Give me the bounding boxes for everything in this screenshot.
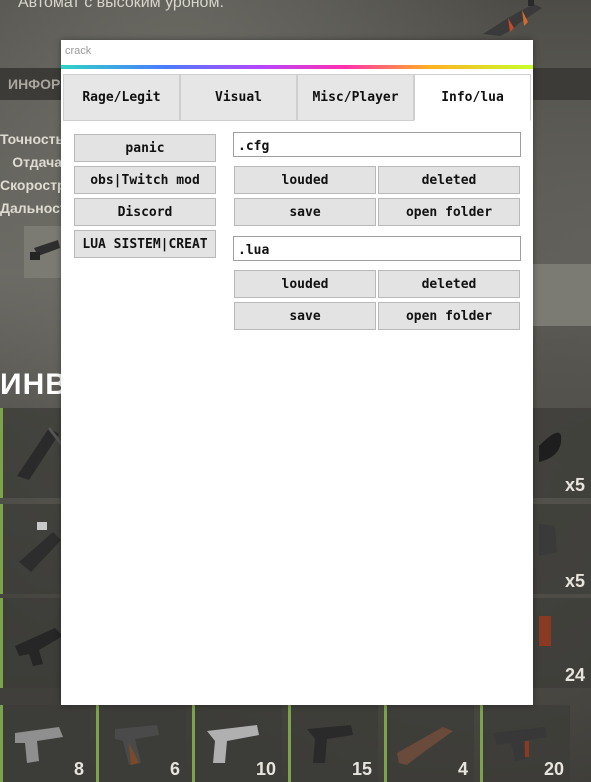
cfg-save-button[interactable]: save bbox=[234, 198, 376, 226]
inventory-slot[interactable]: 4 bbox=[384, 705, 474, 782]
item-count: 10 bbox=[255, 759, 276, 779]
inventory-slot[interactable]: x5 bbox=[533, 504, 591, 594]
stat-fire-rate: Скорострельность bbox=[0, 177, 62, 193]
crossbow-icon bbox=[17, 427, 65, 480]
launcher-icon bbox=[19, 522, 61, 572]
weapon-stats: Точность Отдача Скорострельность Дальнос… bbox=[0, 128, 62, 220]
lua-save-button[interactable]: save bbox=[234, 302, 376, 330]
lua-load-button[interactable]: louded bbox=[234, 270, 376, 298]
inventory-slot[interactable]: x5 bbox=[533, 408, 591, 498]
item-count: 8 bbox=[73, 759, 84, 779]
item-count: 24 bbox=[564, 665, 585, 685]
cfg-name-input[interactable] bbox=[233, 132, 521, 157]
lua-delete-button[interactable]: deleted bbox=[378, 270, 520, 298]
lua-open-folder-button[interactable]: open folder bbox=[378, 302, 520, 330]
info-tab[interactable]: ИНФОРМАЦИЯ bbox=[0, 68, 62, 100]
item-count: 6 bbox=[169, 759, 180, 779]
tab-visual[interactable]: Visual bbox=[180, 74, 297, 121]
inventory-slot[interactable] bbox=[0, 408, 65, 498]
tab-rage-legit[interactable]: Rage/Legit bbox=[63, 74, 180, 121]
inventory-slot[interactable] bbox=[0, 504, 61, 594]
cheat-menu-window: crack Rage/Legit Visual Misc/Player Info… bbox=[61, 40, 533, 705]
window-title: crack bbox=[65, 45, 92, 57]
info-tab-strip bbox=[533, 68, 591, 100]
tab-info-lua[interactable]: Info/lua bbox=[414, 74, 531, 121]
inventory-slot[interactable]: 8 bbox=[0, 705, 90, 782]
revolver-icon bbox=[15, 727, 63, 763]
helmet-icon bbox=[539, 432, 562, 462]
armor-icon bbox=[539, 524, 557, 556]
inventory-slot[interactable]: 15 bbox=[288, 705, 378, 782]
weapon-module-slot[interactable] bbox=[24, 226, 62, 278]
item-count: x5 bbox=[564, 571, 585, 591]
shotgun-icon bbox=[397, 727, 453, 765]
ammo-icon bbox=[539, 616, 551, 646]
inventory-slot[interactable] bbox=[0, 598, 63, 688]
cfg-delete-button[interactable]: deleted bbox=[378, 166, 520, 194]
item-count: x5 bbox=[564, 475, 585, 495]
stat-accuracy: Точность bbox=[0, 131, 62, 147]
inventory-slot[interactable]: 20 bbox=[480, 705, 570, 782]
lua-name-input[interactable] bbox=[233, 236, 521, 261]
cfg-load-button[interactable]: louded bbox=[234, 166, 376, 194]
inventory-title: ИНВЕНТАРЬ bbox=[0, 368, 62, 401]
inventory-slot[interactable]: 24 bbox=[533, 598, 591, 688]
inventory-slot[interactable]: 10 bbox=[192, 705, 282, 782]
stat-recoil: Отдача bbox=[12, 154, 62, 170]
revolver-icon bbox=[115, 725, 159, 765]
lua-system-button[interactable]: LUA SISTEM|CREAT bbox=[74, 230, 216, 258]
item-count: 4 bbox=[457, 759, 468, 779]
stat-range: Дальность bbox=[0, 200, 62, 216]
item-count: 15 bbox=[351, 759, 372, 779]
panic-button[interactable]: panic bbox=[74, 134, 216, 162]
discord-button[interactable]: Discord bbox=[74, 198, 216, 226]
inventory-slot[interactable]: 6 bbox=[96, 705, 186, 782]
weapon-description: Автомат с высоким уроном. bbox=[18, 0, 224, 11]
smg-icon bbox=[15, 628, 63, 666]
tab-bar: Rage/Legit Visual Misc/Player Info/lua bbox=[63, 74, 531, 121]
cfg-open-folder-button[interactable]: open folder bbox=[378, 198, 520, 226]
obs-twitch-mode-button[interactable]: obs|Twitch mod bbox=[74, 166, 216, 194]
item-count: 20 bbox=[543, 759, 564, 779]
rifle-icon bbox=[483, 0, 542, 36]
scope-icon bbox=[30, 240, 60, 260]
tab-misc-player[interactable]: Misc/Player bbox=[297, 74, 414, 121]
accent-bar bbox=[61, 65, 533, 69]
weapon-module-slot-right[interactable] bbox=[533, 264, 591, 326]
